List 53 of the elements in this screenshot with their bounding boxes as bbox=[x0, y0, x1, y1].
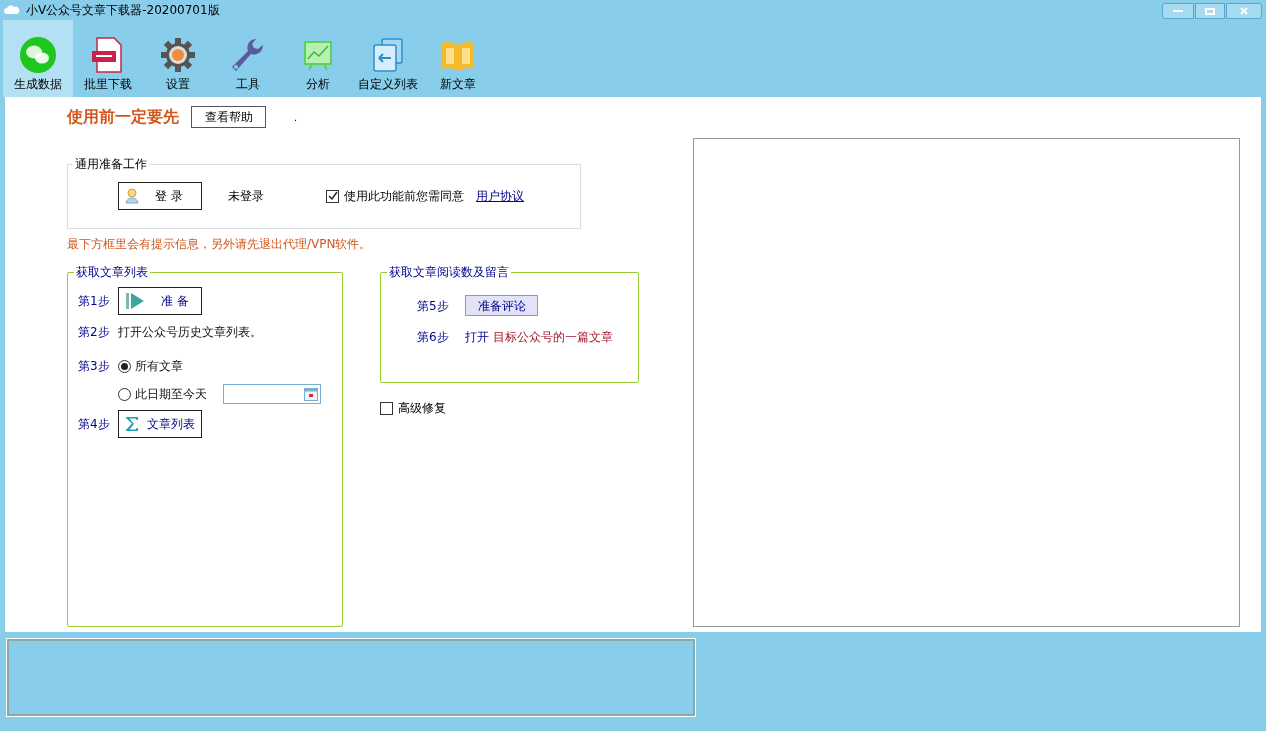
login-status: 未登录 bbox=[228, 188, 264, 205]
group-title: 获取文章列表 bbox=[75, 264, 149, 281]
step-button[interactable]: 准备评论 bbox=[465, 295, 538, 316]
arrow-documents-icon bbox=[370, 37, 406, 73]
toolbar-button[interactable]: 批里下载 bbox=[73, 20, 143, 97]
minimize-button[interactable] bbox=[1162, 3, 1194, 19]
step-text: 打开公众号历史文章列表。 bbox=[118, 324, 262, 341]
chat-bubbles-icon bbox=[20, 37, 56, 73]
step-label: 第6步 bbox=[417, 329, 450, 346]
radio-button[interactable] bbox=[118, 359, 131, 373]
gear-icon bbox=[160, 37, 196, 73]
step-button[interactable]: 文章列表 bbox=[118, 410, 202, 438]
agreement-label: 使用此功能前您需同意 bbox=[344, 188, 464, 205]
play-icon bbox=[125, 292, 145, 310]
step-button[interactable]: 准 备 bbox=[118, 287, 202, 315]
hint-text: 最下方框里会有提示信息，另外请先退出代理/VPN软件。 bbox=[67, 236, 373, 253]
notice-heading: 使用前一定要先 bbox=[67, 106, 179, 128]
radio-button[interactable] bbox=[118, 387, 131, 401]
window-title: 小V公众号文章下载器-20200701版 bbox=[26, 2, 220, 19]
close-icon bbox=[1240, 7, 1248, 15]
group-title: 获取文章阅读数及留言 bbox=[388, 264, 510, 281]
user-icon bbox=[125, 188, 139, 204]
toolbar-button[interactable]: 设置 bbox=[143, 20, 213, 97]
date-field[interactable] bbox=[223, 384, 321, 404]
checkbox[interactable] bbox=[326, 189, 339, 203]
help-button[interactable]: 查看帮助 bbox=[191, 106, 266, 128]
article-link[interactable]: 目标公众号的一篇文章 bbox=[493, 328, 613, 346]
toolbar-button[interactable]: 工具 bbox=[213, 20, 283, 97]
radio-label: 此日期至今天 bbox=[135, 386, 207, 403]
login-button[interactable]: 登 录 bbox=[118, 182, 202, 210]
agreement-link[interactable]: 用户协议 bbox=[476, 187, 524, 205]
step-action: 打开 bbox=[465, 329, 489, 346]
sigma-icon bbox=[125, 416, 139, 432]
step-label: 第4步 bbox=[78, 416, 111, 433]
step-label: 第5步 bbox=[417, 297, 450, 315]
log-textbox[interactable] bbox=[7, 639, 695, 716]
checkbox[interactable] bbox=[380, 401, 393, 415]
toolbar-button[interactable]: 分析 bbox=[283, 20, 353, 97]
advanced-repair-label: 高级修复 bbox=[398, 400, 446, 417]
radio-label: 所有文章 bbox=[135, 358, 183, 375]
note-text: . bbox=[294, 110, 298, 125]
calendar-icon bbox=[304, 387, 318, 401]
wrench-icon bbox=[230, 37, 266, 73]
toolbar-button[interactable]: 生成数据 bbox=[3, 20, 73, 97]
cloud-icon bbox=[4, 4, 20, 16]
step-label: 第1步 bbox=[78, 293, 111, 310]
toolbar-button[interactable]: 新文章 bbox=[423, 20, 493, 97]
group-title: 通用准备工作 bbox=[74, 156, 148, 173]
step-label: 第2步 bbox=[78, 324, 111, 341]
maximize-button[interactable] bbox=[1195, 3, 1225, 19]
toolbar-button[interactable]: 自定义列表 bbox=[353, 20, 423, 97]
close-button[interactable] bbox=[1226, 3, 1262, 19]
step-label: 第3步 bbox=[78, 358, 111, 375]
